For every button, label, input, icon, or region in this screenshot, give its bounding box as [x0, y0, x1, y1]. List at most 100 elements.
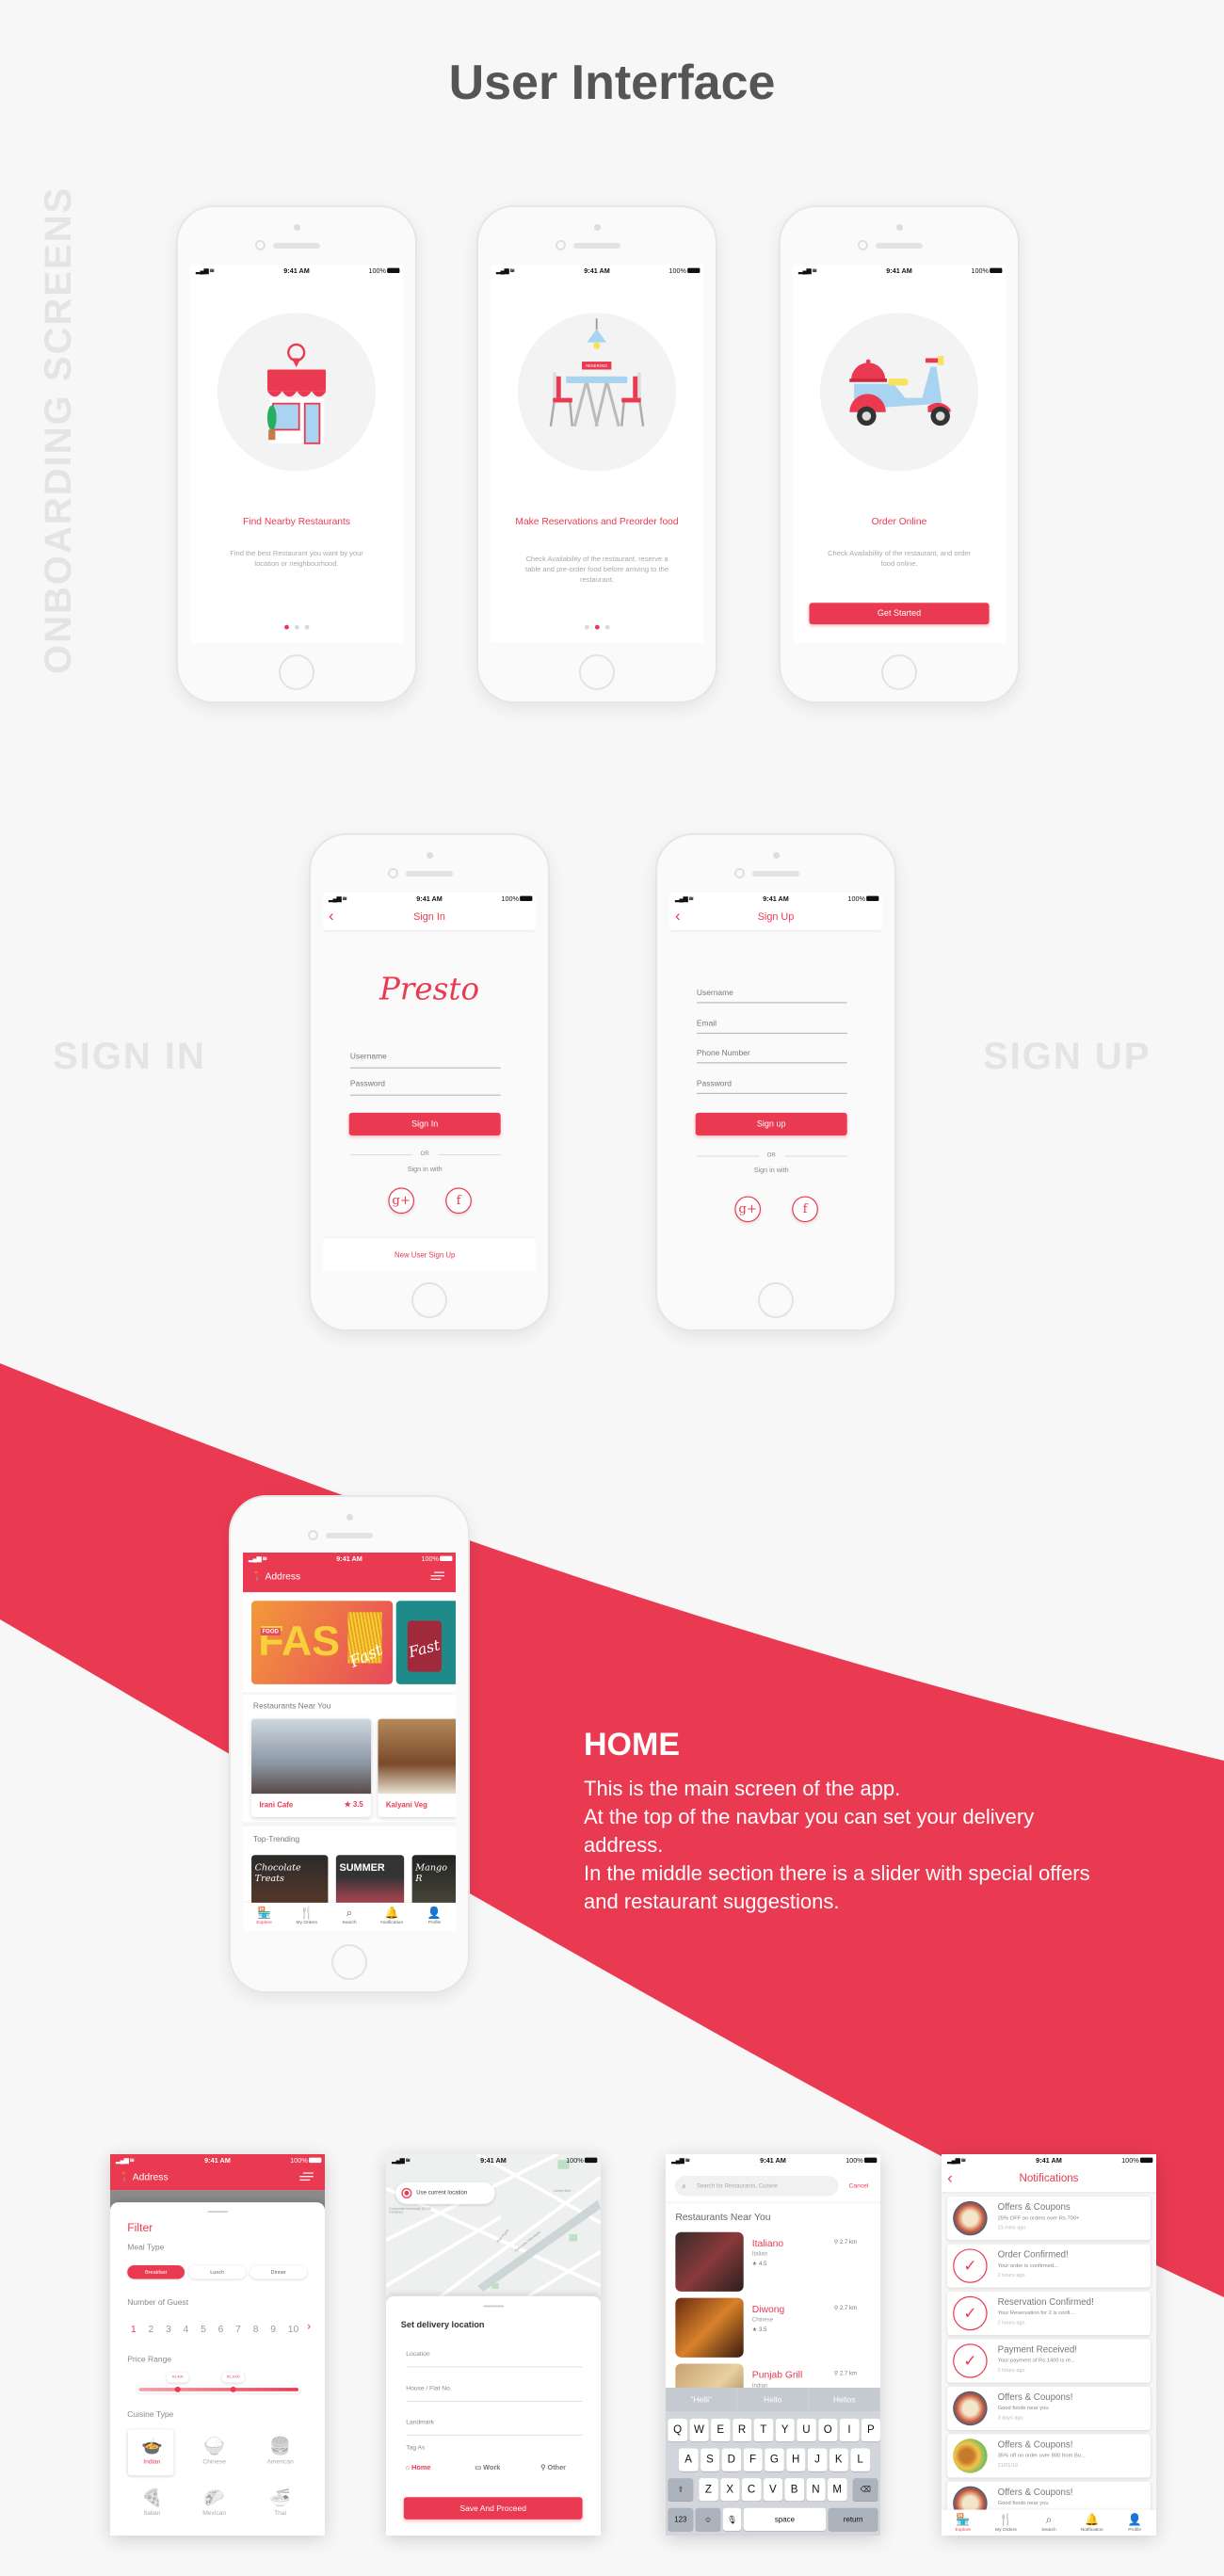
new-user-sign-up-link[interactable]: New User Sign Up [323, 1250, 531, 1259]
key-t[interactable]: T [753, 2418, 773, 2442]
nav-item-search[interactable]: ⌕ Search [328, 1903, 370, 1931]
tag-other[interactable]: ⚲ Other [540, 2463, 566, 2471]
password-input[interactable]: Password [697, 1079, 732, 1088]
cuisine-indian[interactable]: 🍲 Indian [129, 2436, 175, 2465]
key-k[interactable]: K [829, 2448, 848, 2471]
notification-item[interactable]: Offers & Coupons! 35% off on order over 8… [947, 2434, 1151, 2478]
key-p[interactable]: P [861, 2418, 880, 2442]
slider-max-handle[interactable] [230, 2386, 236, 2392]
restaurant-card[interactable]: Irani Cafe ★ 3.5 [251, 1718, 372, 1817]
map[interactable]: Concordia University (SGW Campus) Centre… [386, 2154, 601, 2305]
trending-tile[interactable]: SUMMER [335, 1855, 405, 1909]
phone-number-input[interactable]: Phone Number [697, 1048, 750, 1057]
key-c[interactable]: C [741, 2478, 762, 2502]
key-e[interactable]: E [711, 2418, 731, 2442]
home-button[interactable] [411, 1282, 447, 1318]
numbers-key[interactable]: 123 [668, 2507, 694, 2532]
meal-type-breakfast[interactable]: Breakfast [127, 2264, 185, 2279]
meal-type-lunch[interactable]: Lunch [188, 2264, 247, 2279]
search-result-item[interactable]: Diwong Chinese ★ 3.5 ⚲ 2.7 km [666, 2297, 880, 2359]
space-key[interactable]: space [743, 2507, 827, 2532]
price-range-slider[interactable] [138, 2388, 299, 2391]
key-i[interactable]: I [839, 2418, 860, 2442]
sign-in-button[interactable]: Sign In [348, 1112, 501, 1135]
nav-item-notification[interactable]: 🔔 Notification [371, 1903, 413, 1931]
address-selector[interactable]: 📍 Address [119, 2171, 169, 2182]
home-button[interactable] [331, 1944, 367, 1980]
key-a[interactable]: A [678, 2448, 699, 2471]
home-button[interactable] [881, 654, 917, 690]
nav-item-my-orders[interactable]: 🍴 My Orders [285, 1903, 328, 1931]
home-button[interactable] [758, 1282, 794, 1318]
cuisine-italian[interactable]: 🍕 Italian [129, 2487, 175, 2517]
key-h[interactable]: H [785, 2448, 806, 2471]
key-v[interactable]: V [763, 2478, 783, 2502]
drag-handle[interactable] [207, 2211, 229, 2214]
return-key[interactable]: return [828, 2507, 878, 2532]
nav-item-explore[interactable]: 🏪 Explore [942, 2510, 985, 2536]
key-d[interactable]: D [721, 2448, 741, 2471]
google-plus-button[interactable]: g+ [388, 1187, 415, 1215]
keyboard-suggestion[interactable]: Hellos [809, 2388, 880, 2411]
use-current-location-button[interactable]: Use current location [395, 2182, 495, 2204]
home-button[interactable] [279, 654, 314, 690]
get-started-button[interactable]: Get Started [809, 603, 990, 625]
page-dot[interactable] [283, 624, 289, 630]
nav-item-search[interactable]: ⌕ Search [1027, 2510, 1071, 2536]
notification-item[interactable]: ✓ Order Confirmed! Your order is confirmed… [947, 2244, 1151, 2288]
guest-option-1[interactable]: 1 [131, 2324, 137, 2335]
search-input[interactable]: ⌕ Search for Restaurants, Cuisine [674, 2176, 839, 2197]
shift-key[interactable]: ⇧ [668, 2478, 694, 2502]
guest-option-3[interactable]: 3 [166, 2324, 171, 2335]
guest-option-2[interactable]: 2 [148, 2324, 153, 2335]
sign-up-button[interactable]: Sign up [695, 1112, 847, 1135]
page-dot[interactable] [604, 624, 610, 630]
filter-icon[interactable] [430, 1570, 444, 1581]
key-s[interactable]: S [700, 2448, 720, 2471]
tag-work[interactable]: ▭ Work [475, 2463, 500, 2471]
emoji-key[interactable]: ☺ [695, 2507, 721, 2532]
page-dot[interactable] [584, 624, 589, 630]
offer-banner[interactable]: Fast [395, 1601, 456, 1684]
microphone-key[interactable]: 🎙 [722, 2507, 742, 2532]
trending-tile[interactable]: Chocolate Treats [251, 1855, 329, 1909]
guest-option-4[interactable]: 4 [184, 2324, 189, 2335]
drag-handle[interactable] [483, 2305, 505, 2308]
facebook-button[interactable]: f [445, 1187, 472, 1215]
slider-min-handle[interactable] [174, 2386, 181, 2392]
offer-banner[interactable]: FAS FOOD Fast [251, 1601, 394, 1684]
page-dot[interactable] [304, 624, 310, 630]
key-m[interactable]: M [828, 2478, 847, 2502]
guest-option-7[interactable]: 7 [235, 2324, 241, 2335]
house-flat-input[interactable]: House / Flat No. [406, 2385, 451, 2391]
key-z[interactable]: Z [699, 2478, 718, 2502]
guest-option-10[interactable]: 10 [288, 2324, 299, 2335]
google-plus-button[interactable]: g+ [734, 1196, 762, 1223]
key-n[interactable]: N [806, 2478, 826, 2502]
key-x[interactable]: X [720, 2478, 740, 2502]
page-dot[interactable] [594, 624, 600, 630]
keyboard-suggestion[interactable]: "Helli" [666, 2388, 737, 2411]
notification-item[interactable]: ✓ Payment Received! Your payment of Rs.140… [947, 2339, 1151, 2383]
restaurant-card[interactable]: Kalyani Veg [378, 1718, 456, 1817]
nav-item-notification[interactable]: 🔔 Notification [1071, 2510, 1114, 2536]
delete-key[interactable]: ⌫ [852, 2478, 878, 2502]
nav-item-explore[interactable]: 🏪 Explore [243, 1903, 285, 1931]
nav-item-profile[interactable]: 👤 Profile [1113, 2510, 1156, 2536]
guest-option-5[interactable]: 5 [201, 2324, 206, 2335]
filter-icon[interactable] [299, 2170, 314, 2182]
landmark-input[interactable]: Landmark [406, 2419, 434, 2425]
email-input[interactable]: Email [697, 1019, 717, 1028]
trending-tile[interactable]: Mango R [411, 1855, 456, 1909]
key-o[interactable]: O [818, 2418, 838, 2442]
cancel-button[interactable]: Cancel [849, 2182, 869, 2189]
key-w[interactable]: W [689, 2418, 709, 2442]
key-f[interactable]: F [743, 2448, 763, 2471]
facebook-button[interactable]: f [792, 1196, 818, 1223]
nav-item-my-orders[interactable]: 🍴 My Orders [985, 2510, 1028, 2536]
home-button[interactable] [579, 654, 615, 690]
notification-item[interactable]: ✓ Reservation Confirmed! Your Reservation … [947, 2291, 1151, 2336]
cuisine-american[interactable]: 🍔 American [257, 2436, 303, 2465]
key-j[interactable]: J [807, 2448, 828, 2471]
chevron-right-icon[interactable]: › [307, 2320, 311, 2333]
